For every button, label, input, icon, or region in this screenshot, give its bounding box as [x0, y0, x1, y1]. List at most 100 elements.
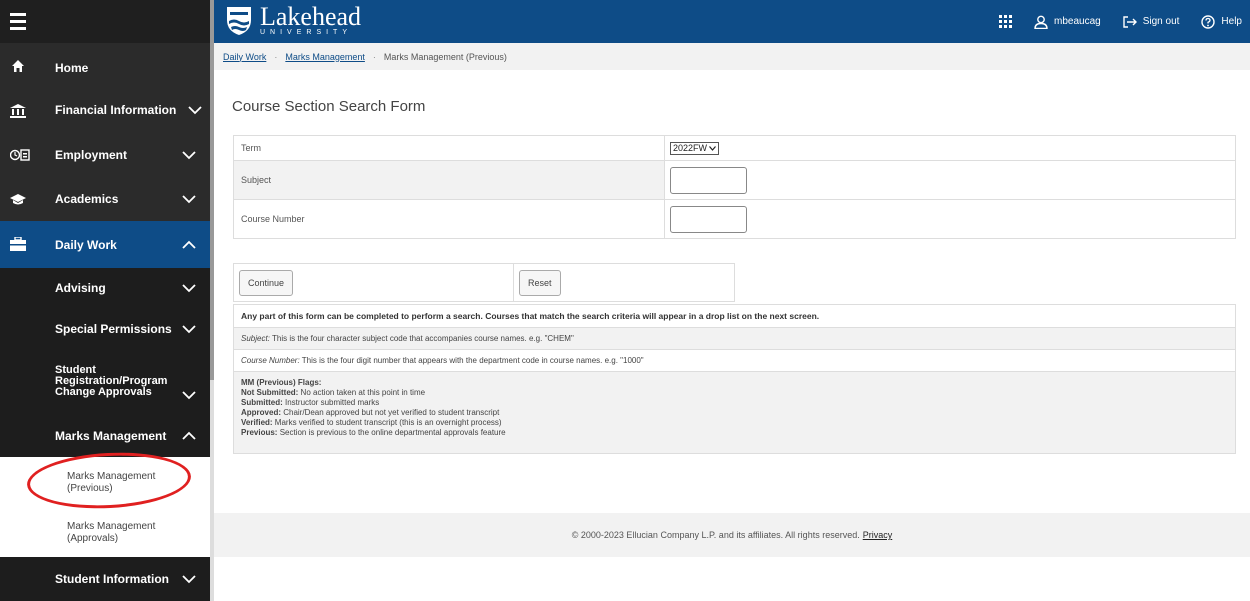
hamburger-menu-icon[interactable]	[10, 13, 26, 30]
chevron-down-icon	[182, 388, 196, 402]
sidebar-item-special-permissions[interactable]: Special Permissions	[0, 308, 210, 350]
chevron-down-icon	[182, 192, 196, 206]
chevron-up-icon	[182, 429, 196, 443]
flag-text: No action taken at this point in time	[298, 388, 426, 397]
help-info-table: Any part of this form can be completed t…	[233, 304, 1236, 454]
sidebar-item-marks-management[interactable]: Marks Management	[0, 414, 210, 457]
chevron-down-icon	[182, 281, 196, 295]
subject-input[interactable]	[670, 166, 747, 194]
info-intro: Any part of this form can be completed t…	[233, 304, 1236, 328]
graduation-cap-icon	[10, 192, 26, 208]
info-course-number: Course Number: This is the four digit nu…	[233, 350, 1236, 372]
flag-key: Verified:	[241, 418, 273, 427]
top-header: Lakehead UNIVERSITY mbeaucag Sign out He…	[214, 0, 1250, 43]
page-footer: © 2000-2023 Ellucian Company L.P. and it…	[214, 513, 1250, 557]
sidebar-item-label: Financial Information	[55, 103, 177, 117]
form-row-term: Term 2022FW	[234, 136, 1235, 161]
flag-key: Submitted:	[241, 398, 283, 407]
username: mbeaucag	[1054, 16, 1101, 27]
bank-icon	[10, 103, 26, 119]
sidebar-nav: Home Financial Information Employment Ac…	[0, 0, 210, 601]
flag-line: Previous: Section is previous to the onl…	[241, 428, 1228, 438]
form-row-subject: Subject	[234, 161, 1235, 200]
info-course-text: This is the four digit number that appea…	[299, 356, 644, 365]
university-logo[interactable]: Lakehead UNIVERSITY	[226, 2, 362, 36]
breadcrumb-current: Marks Management (Previous)	[383, 51, 507, 62]
sidebar-item-label: Advising	[55, 281, 106, 295]
logo-name: Lakehead	[260, 2, 362, 31]
sidebar-item-employment[interactable]: Employment	[0, 133, 210, 177]
breadcrumb: Daily Work · Marks Management · Marks Ma…	[214, 43, 1250, 70]
chevron-down-icon	[182, 322, 196, 336]
sidebar-top	[0, 0, 210, 43]
user-menu[interactable]: mbeaucag	[1034, 15, 1101, 29]
chevron-up-icon	[182, 238, 196, 252]
sidebar-item-advising[interactable]: Advising	[0, 268, 210, 308]
sign-out-link[interactable]: Sign out	[1123, 15, 1180, 28]
flag-text: Instructor submitted marks	[282, 398, 380, 407]
page-title: Course Section Search Form	[232, 98, 426, 115]
continue-button[interactable]: Continue	[239, 269, 294, 296]
breadcrumb-separator: ·	[372, 51, 376, 62]
flag-text: Chair/Dean approved but not yet verified…	[281, 408, 500, 417]
info-subject-key: Subject:	[241, 334, 270, 343]
info-flags: MM (Previous) Flags: Not Submitted: No a…	[233, 372, 1236, 454]
sidebar-item-label: Daily Work	[55, 238, 117, 252]
header-actions: mbeaucag Sign out Help	[999, 0, 1242, 43]
flag-key: Not Submitted:	[241, 388, 299, 397]
chevron-down-icon	[182, 148, 196, 162]
flag-key: Approved:	[241, 408, 281, 417]
sidebar-item-student-registration[interactable]: Student Registration/Program Change Appr…	[0, 350, 210, 414]
term-label: Term	[234, 136, 665, 160]
chevron-down-icon	[709, 145, 716, 151]
flag-line: Verified: Marks verified to student tran…	[241, 418, 1228, 428]
info-subject-text: This is the four character subject code …	[269, 334, 574, 343]
search-form-table: Term 2022FW Subject Course Number	[233, 135, 1236, 239]
sidebar-item-daily-work[interactable]: Daily Work	[0, 221, 210, 268]
chevron-down-icon	[188, 103, 202, 117]
user-icon	[1034, 15, 1048, 29]
sidebar-item-label: Student Registration/Program Change Appr…	[55, 364, 168, 398]
shield-icon	[227, 6, 251, 35]
sign-out-label: Sign out	[1142, 16, 1180, 27]
home-icon	[10, 58, 26, 74]
help-link[interactable]: Help	[1201, 14, 1242, 29]
course-number-input[interactable]	[670, 205, 747, 233]
sidebar-item-label: Student Information	[55, 572, 169, 586]
employment-icon	[10, 147, 30, 163]
sidebar-item-label: Home	[55, 61, 89, 75]
form-row-course-number: Course Number	[234, 200, 1235, 238]
sidebar-item-student-information[interactable]: Student Information	[0, 557, 210, 601]
privacy-link[interactable]: Privacy	[863, 530, 893, 540]
help-icon	[1201, 14, 1216, 29]
flag-line: Submitted: Instructor submitted marks	[241, 398, 1228, 408]
help-label: Help	[1221, 16, 1242, 27]
course-number-label: Course Number	[234, 200, 665, 238]
sign-out-icon	[1123, 15, 1137, 28]
logo-subtitle: UNIVERSITY	[260, 29, 353, 36]
submenu-link-marks-management-approvals[interactable]: Marks Management (Approvals)	[67, 521, 177, 545]
info-subject: Subject: This is the four character subj…	[233, 328, 1236, 350]
flag-key: Previous:	[241, 428, 278, 437]
sidebar-item-academics[interactable]: Academics	[0, 177, 210, 221]
flag-line: Approved: Chair/Dean approved but not ye…	[241, 408, 1228, 418]
app-grid-icon[interactable]	[999, 15, 1013, 28]
copyright-text: © 2000-2023 Ellucian Company L.P. and it…	[571, 530, 860, 540]
briefcase-icon	[10, 236, 26, 252]
sidebar-item-home[interactable]: Home	[0, 43, 210, 88]
reset-button[interactable]: Reset	[519, 269, 561, 296]
flags-title: MM (Previous) Flags:	[241, 378, 322, 387]
breadcrumb-marks-management[interactable]: Marks Management	[285, 52, 365, 62]
flag-line: Not Submitted: No action taken at this p…	[241, 388, 1228, 398]
sidebar-scrollbar[interactable]	[210, 0, 214, 601]
chevron-down-icon	[182, 572, 196, 586]
button-row: Continue Reset	[233, 263, 735, 302]
breadcrumb-daily-work[interactable]: Daily Work	[223, 52, 266, 62]
term-select[interactable]: 2022FW	[670, 141, 720, 155]
term-select-value: 2022FW	[673, 143, 708, 153]
sidebar-item-financial-information[interactable]: Financial Information	[0, 88, 210, 133]
subject-label: Subject	[234, 161, 665, 199]
flag-text: Section is previous to the online depart…	[277, 428, 506, 437]
sidebar-item-label: Special Permissions	[55, 322, 172, 336]
flag-text: Marks verified to student transcript (th…	[272, 418, 502, 427]
